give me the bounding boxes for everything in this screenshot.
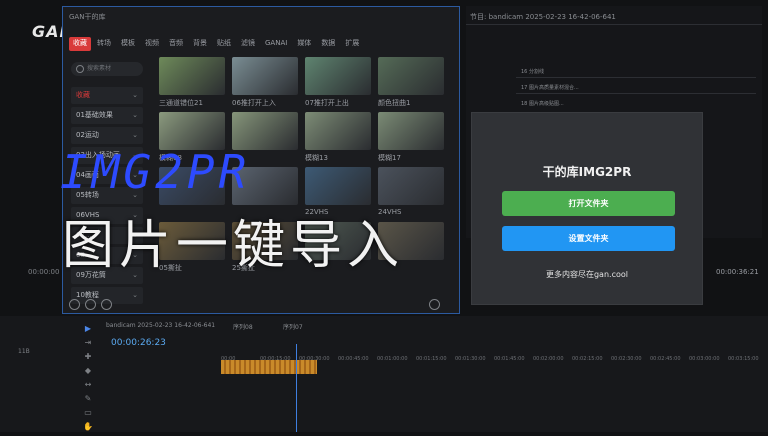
panel-tabs: 收藏 转场 模板 视频 音频 背景 贴纸 滤镜 GANAI 媒体 数据 扩展 <box>69 37 363 51</box>
tab-item[interactable]: 视频 <box>141 37 163 51</box>
thumbnail-label: 颜色扭曲1 <box>378 99 411 107</box>
monitor-row: 18 图片高级贴图... <box>521 101 564 107</box>
open-folder-button[interactable]: 打开文件夹 <box>502 191 675 216</box>
ruler-mark: 00:01:30:00 <box>455 356 486 362</box>
headline-subtitle: 图片一键导入 <box>62 216 405 276</box>
timeline-timecode[interactable]: 00:00:26:23 <box>111 338 166 348</box>
category-item[interactable]: 02运动 ⌄ <box>71 127 143 144</box>
dialog-title: 干的库IMG2PR <box>542 165 632 179</box>
panel-footer <box>67 299 455 311</box>
divider <box>516 93 756 94</box>
info-icon[interactable] <box>69 299 80 310</box>
track-select-icon[interactable]: ⇥ <box>83 338 93 348</box>
source-timecode: 00:00:00 <box>28 268 60 276</box>
category-item[interactable]: 收藏 ⌄ <box>71 87 143 104</box>
select-tool-icon[interactable]: ▶ <box>83 324 93 334</box>
monitor-timecode: 00:00:36:21 <box>716 268 759 276</box>
timeline-tab[interactable]: 序列07 <box>283 322 303 331</box>
monitor-row: 17 图片高质量素材混合... <box>521 85 579 91</box>
thumbnail[interactable] <box>305 167 371 205</box>
category-label: 02运动 <box>76 131 99 139</box>
thumbnail[interactable] <box>305 57 371 95</box>
track-label: 11B <box>18 348 30 355</box>
thumbnail-label: 06推打开上入 <box>232 99 276 107</box>
thumbnail-label: 模糊17 <box>378 154 401 162</box>
thumbnail[interactable] <box>232 57 298 95</box>
ruler-mark: 00:02:15:00 <box>572 356 603 362</box>
slip-icon[interactable]: ↔ <box>83 380 93 390</box>
ruler-mark: 00:02:45:00 <box>650 356 681 362</box>
timeline-panel: ▶ ⇥ ✚ ◆ ↔ ✎ ▭ ✋ bandicam 2025-02-23 16-4… <box>0 316 768 432</box>
timeline-tab[interactable]: bandicam 2025-02-23 16-42-06-641 <box>106 322 215 329</box>
panel-title: GAN干的库 <box>69 13 106 21</box>
settings-icon[interactable] <box>85 299 96 310</box>
search-icon <box>76 65 84 73</box>
tab-item[interactable]: 音频 <box>165 37 187 51</box>
thumbnail-label: 07推打开上出 <box>305 99 349 107</box>
img2pr-dialog: 干的库IMG2PR 打开文件夹 设置文件夹 更多内容尽在gan.cool <box>472 113 702 304</box>
headline-title: IMG2PR <box>60 145 251 199</box>
hand-icon[interactable]: ✋ <box>83 422 93 432</box>
playhead[interactable] <box>296 344 297 432</box>
ruler-mark: 00:01:00:00 <box>377 356 408 362</box>
tab-item[interactable]: 数据 <box>317 37 339 51</box>
rect-icon[interactable]: ▭ <box>83 408 93 418</box>
add-icon[interactable] <box>429 299 440 310</box>
thumbnail-label: 模糊13 <box>305 154 328 162</box>
ruler-mark: 00:02:30:00 <box>611 356 642 362</box>
tab-item[interactable]: 贴纸 <box>213 37 235 51</box>
refresh-icon[interactable] <box>101 299 112 310</box>
search-placeholder: 搜索素材 <box>87 65 112 72</box>
tab-item[interactable]: 扩展 <box>341 37 363 51</box>
thumbnail[interactable] <box>378 167 444 205</box>
tab-item[interactable]: 收藏 <box>69 37 91 51</box>
search-input[interactable]: 搜索素材 <box>71 62 143 76</box>
footer-link[interactable]: 更多内容尽在gan.cool <box>472 269 702 280</box>
ruler-mark: 00:03:15:00 <box>728 356 759 362</box>
chevron-down-icon: ⌄ <box>132 111 138 119</box>
tab-item[interactable]: 转场 <box>93 37 115 51</box>
category-label: 收藏 <box>76 91 90 99</box>
thumbnail[interactable] <box>378 57 444 95</box>
tab-item[interactable]: 滤镜 <box>237 37 259 51</box>
monitor-title: 节目: bandicam 2025-02-23 16-42-06-641 <box>470 13 616 21</box>
pen-icon[interactable]: ✎ <box>83 394 93 404</box>
tab-item[interactable]: 背景 <box>189 37 211 51</box>
timeline-clip[interactable] <box>221 360 317 374</box>
timeline-tab[interactable]: 序列08 <box>233 322 253 331</box>
thumbnail[interactable] <box>159 57 225 95</box>
ruler-mark: 00:01:15:00 <box>416 356 447 362</box>
chevron-down-icon: ⌄ <box>132 91 138 99</box>
ruler-mark: 00:02:00:00 <box>533 356 564 362</box>
thumbnail[interactable] <box>305 112 371 150</box>
category-label: 01基础效果 <box>76 111 113 119</box>
tool-bar: ▶ ⇥ ✚ ◆ ↔ ✎ ▭ ✋ <box>80 324 96 436</box>
settings-folder-button[interactable]: 设置文件夹 <box>502 226 675 251</box>
razor-icon[interactable]: ◆ <box>83 366 93 376</box>
thumbnail-label: 三通道错位21 <box>159 99 203 107</box>
divider <box>516 77 756 78</box>
monitor-row: 16 分割线 <box>521 69 544 75</box>
ripple-icon[interactable]: ✚ <box>83 352 93 362</box>
thumbnail[interactable] <box>378 112 444 150</box>
tab-item[interactable]: GANAI <box>261 37 291 51</box>
category-label: 10教程 <box>76 291 99 299</box>
ruler-mark: 00:03:00:00 <box>689 356 720 362</box>
category-item[interactable]: 01基础效果 ⌄ <box>71 107 143 124</box>
divider <box>466 24 762 25</box>
ruler-mark: 00:01:45:00 <box>494 356 525 362</box>
ruler-mark: 00:00:45:00 <box>338 356 369 362</box>
tab-item[interactable]: 模板 <box>117 37 139 51</box>
chevron-down-icon: ⌄ <box>132 131 138 139</box>
tab-item[interactable]: 媒体 <box>293 37 315 51</box>
